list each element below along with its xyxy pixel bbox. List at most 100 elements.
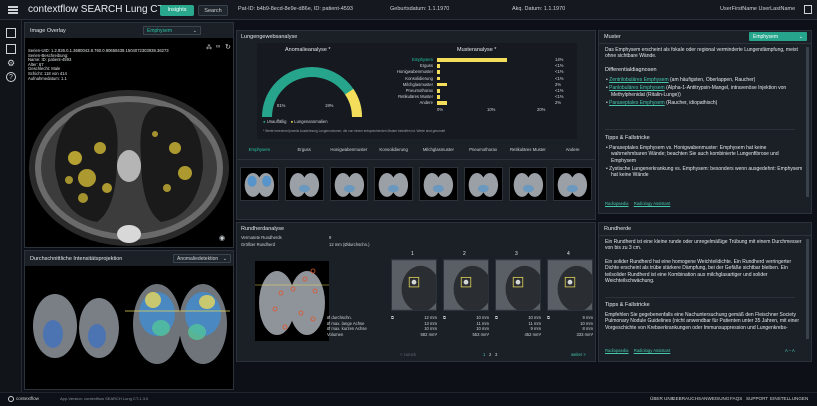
top-bar: contextflow SEARCH Lung CT Insights Sear… bbox=[0, 0, 817, 20]
pattern-bar bbox=[437, 82, 447, 87]
footer-settings[interactable]: EINSTELLUNGEN bbox=[770, 396, 808, 401]
brand-logo-icon bbox=[8, 396, 14, 402]
rundherde-scrollbar[interactable] bbox=[806, 239, 809, 339]
user-name[interactable]: UserFirstName UserLastName bbox=[720, 6, 795, 12]
rundherde-p1: Ein Rundherd ist eine kleine runde oder … bbox=[605, 239, 802, 252]
category-tab[interactable]: Retikuläres Muster bbox=[506, 147, 551, 152]
page-1[interactable]: 1 bbox=[483, 352, 485, 357]
pattern-thumbnail[interactable] bbox=[508, 167, 548, 201]
pattern-label: Konsolidierung bbox=[405, 75, 433, 81]
pattern-thumbnail[interactable] bbox=[463, 167, 503, 201]
pattern-bar bbox=[437, 89, 440, 93]
footer-manual[interactable]: GEBRAUCHSANWEISUNG bbox=[672, 396, 729, 401]
row-label-short-axis: Ø max. kurzen Achse bbox=[327, 326, 367, 332]
logout-icon[interactable] bbox=[804, 5, 812, 14]
muster-divider bbox=[599, 43, 811, 44]
eye-icon[interactable]: ◉ bbox=[219, 234, 225, 242]
diff-item-link[interactable]: Zentrilobuläres Emphysem bbox=[609, 77, 668, 83]
nodule-number: 3 bbox=[515, 251, 518, 257]
menu-icon[interactable] bbox=[8, 6, 18, 14]
largest-value: 12 mm (Ødurchschn.) bbox=[329, 242, 370, 247]
next-button[interactable]: weiter > bbox=[571, 352, 586, 357]
rundherde-radiology-assistant-link[interactable]: Radiology Assistant bbox=[634, 348, 671, 353]
nodule-number: 4 bbox=[567, 251, 570, 257]
pattern-thumbnail[interactable] bbox=[329, 167, 369, 201]
muster-panel: Muster Emphysem ⌄ Das Emphysem erscheint … bbox=[598, 30, 812, 214]
sidebar: ⚙ ? bbox=[0, 20, 22, 392]
tab-search[interactable]: Search bbox=[198, 5, 228, 16]
pattern-label: Milchglasmuster bbox=[402, 81, 433, 87]
binoculars-icon[interactable]: ∞ bbox=[216, 44, 220, 50]
category-tab[interactable]: Konsolidierung bbox=[371, 147, 416, 152]
document-icon[interactable] bbox=[6, 44, 16, 54]
anomaly-title: Anomalieanalyse * bbox=[285, 47, 331, 53]
patient-id: Pat-ID: b4b9-8ecd-8e9e-d86e, ID: patient… bbox=[238, 6, 353, 12]
footer-faqs[interactable]: FAQS bbox=[730, 396, 742, 401]
muster-scrollbar[interactable] bbox=[806, 47, 809, 197]
footer-brand: contextflow bbox=[16, 396, 39, 401]
pattern-thumbnail[interactable] bbox=[374, 167, 413, 201]
pattern-thumbnail[interactable] bbox=[419, 167, 458, 201]
rundherde-radiopaedia-link[interactable]: Radiopaedia bbox=[605, 348, 629, 353]
pattern-thumbnail[interactable] bbox=[553, 167, 592, 201]
intensity-projection-title: Durchschnittliche Intensitätsprojektion bbox=[30, 256, 123, 262]
pattern-thumbnail[interactable] bbox=[284, 167, 324, 201]
footer-about[interactable]: ÜBER UNS bbox=[650, 396, 674, 401]
nodule-image[interactable] bbox=[495, 259, 544, 312]
diff-item-desc: (am häufigsten, Oberlappen, Raucher) bbox=[668, 77, 756, 83]
birth-date: Geburtsdatum: 1.1.1970 bbox=[390, 6, 450, 12]
help-icon[interactable]: ? bbox=[6, 72, 16, 82]
nodule-overview-image[interactable] bbox=[255, 261, 329, 341]
category-tab[interactable]: Milchglasmuster bbox=[416, 147, 461, 152]
page-3[interactable]: 3 bbox=[495, 352, 497, 357]
pattern-value: <1% bbox=[555, 94, 564, 100]
copy-icon[interactable]: ⧉ bbox=[547, 315, 550, 320]
copy-icon[interactable]: ⧉ bbox=[391, 315, 394, 320]
overlay-select-value: Emphysem bbox=[147, 28, 173, 34]
pattern-label: Andere bbox=[419, 100, 433, 106]
projection-images bbox=[25, 266, 233, 389]
copy-icon[interactable]: ⧉ bbox=[443, 315, 446, 320]
legend-dot-normal: ● bbox=[263, 119, 266, 124]
tab-insights[interactable]: Insights bbox=[160, 5, 194, 16]
projection-select[interactable]: Anomaliedetektion ⌄ bbox=[173, 254, 231, 263]
muster-select[interactable]: Emphysem ⌄ bbox=[749, 32, 807, 41]
pattern-thumbnail[interactable] bbox=[240, 167, 279, 201]
reset-icon[interactable]: ↻ bbox=[225, 43, 231, 51]
layout-icon[interactable] bbox=[6, 28, 16, 38]
normal-percent: 81% bbox=[277, 103, 286, 108]
nodule-number: 1 bbox=[411, 251, 414, 257]
nodule-image[interactable] bbox=[547, 259, 596, 312]
diff-title: Differentialdiagnosen bbox=[605, 67, 657, 73]
nodule-panel: Rundherdanalyse Vermutete Rundherds 9 Gr… bbox=[236, 222, 596, 362]
image-overlay-panel: Image Overlay Emphysem ⌄ Serien-UID: 1.2.… bbox=[24, 22, 234, 248]
pattern-value: <1% bbox=[555, 75, 564, 81]
pattern-value: <1% bbox=[555, 63, 564, 69]
category-tab[interactable]: Honigwabenmuster bbox=[327, 147, 372, 152]
nodule-image[interactable] bbox=[391, 259, 440, 312]
ct-image-viewer[interactable]: Serien-UID: 1.2.826.0.1.3680043.8.760.0.… bbox=[25, 38, 233, 247]
layers-icon[interactable]: ⁂ bbox=[206, 44, 212, 51]
overlay-select[interactable]: Emphysem ⌄ bbox=[143, 26, 201, 35]
category-tab[interactable]: Erguss bbox=[282, 147, 327, 152]
nodule-image[interactable] bbox=[443, 259, 492, 312]
rundherde-title: Rundherde bbox=[604, 226, 632, 232]
gear-icon[interactable]: ⚙ bbox=[6, 58, 16, 68]
pattern-value: <1% bbox=[555, 88, 564, 93]
prev-button[interactable]: < zurück bbox=[400, 352, 416, 357]
radiology-assistant-link[interactable]: Radiology Assistant bbox=[634, 201, 671, 206]
page-2[interactable]: 2 bbox=[489, 352, 491, 357]
pattern-value: 2% bbox=[555, 100, 562, 106]
copy-icon[interactable]: ⧉ bbox=[495, 315, 498, 320]
font-size-toggle[interactable]: A – A bbox=[785, 348, 795, 353]
muster-tips-title: Tipps & Fallstricke bbox=[605, 135, 650, 141]
x-tick-1: 10% bbox=[487, 107, 496, 112]
nodule-value: 10 mm bbox=[580, 320, 593, 326]
radiopaedia-link[interactable]: Radiopaedia bbox=[605, 201, 629, 206]
category-tab[interactable]: Andere bbox=[550, 147, 595, 152]
category-tab[interactable]: Pneumothorax bbox=[461, 147, 506, 152]
diff-item-link[interactable]: Panlobuläres Emphysem bbox=[609, 85, 665, 91]
footer-support[interactable]: SUPPORT bbox=[746, 396, 768, 401]
diff-item-link[interactable]: Paraseptales Emphysem bbox=[609, 100, 665, 106]
category-tab[interactable]: Emphysem bbox=[237, 147, 282, 152]
